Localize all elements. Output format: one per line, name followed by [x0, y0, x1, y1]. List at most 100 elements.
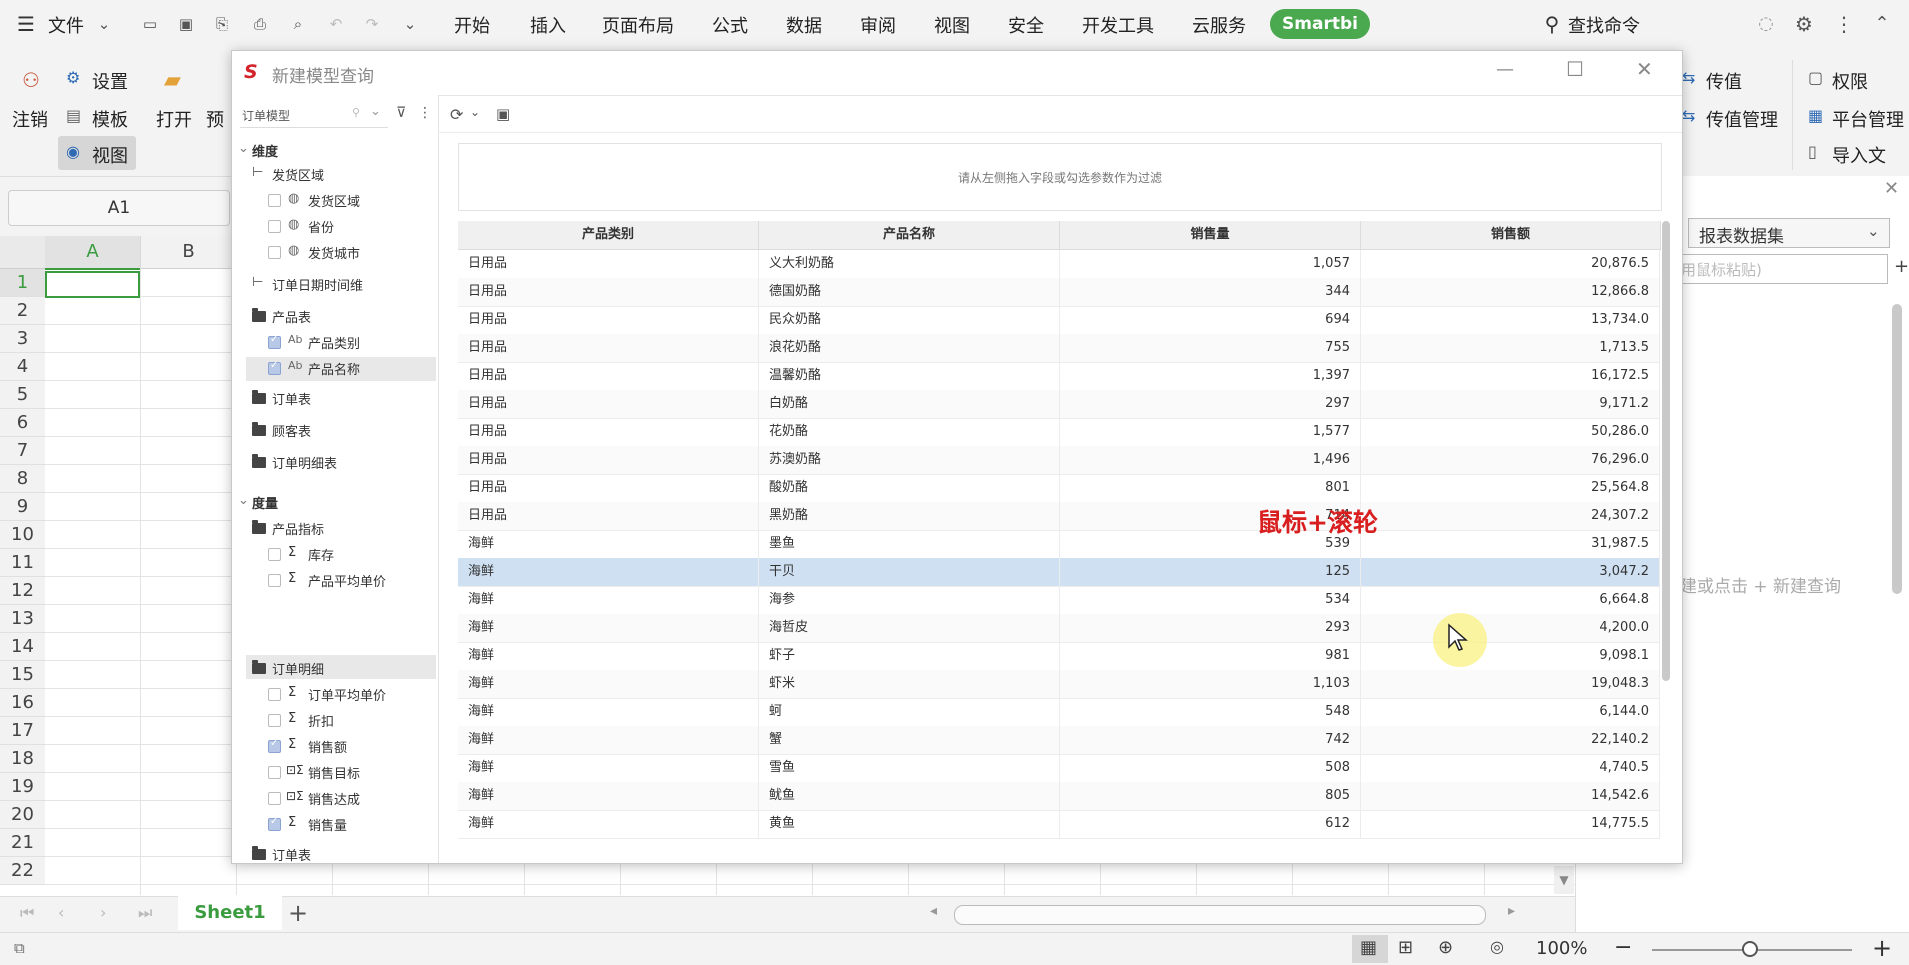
tree-sales-amount[interactable]: 销售额 — [308, 737, 347, 756]
tree-dimension[interactable]: 维度 — [252, 141, 278, 160]
more-options-icon[interactable]: ⋮ — [418, 105, 432, 121]
tree-measure[interactable]: 度量 — [252, 493, 278, 512]
open-button[interactable]: 打开 — [156, 106, 192, 132]
gear-icon[interactable]: ⚙ — [1794, 14, 1814, 34]
menu-formula[interactable]: 公式 — [712, 12, 748, 38]
menu-data[interactable]: 数据 — [786, 12, 822, 38]
permission-button[interactable]: 权限 — [1832, 68, 1868, 94]
scroll-right-icon[interactable]: ▸ — [1508, 903, 1515, 919]
preview-button[interactable]: 预 — [206, 106, 224, 132]
expand-icon[interactable]: ⌄ — [238, 141, 249, 156]
chevron-down-icon[interactable]: ⌄ — [94, 14, 114, 34]
tree-stock[interactable]: 库存 — [308, 545, 334, 564]
checkbox-ship-region[interactable] — [268, 194, 281, 207]
export-icon[interactable]: ⎘ — [212, 14, 232, 34]
col-header-amount[interactable]: 销售额 — [1361, 221, 1661, 250]
menu-security[interactable]: 安全 — [1008, 12, 1044, 38]
row-header[interactable]: 1 — [0, 269, 45, 297]
tree-product-table[interactable]: 产品表 — [272, 307, 311, 326]
search-command[interactable]: 查找命令 — [1568, 12, 1640, 38]
tree-product-category[interactable]: 产品类别 — [308, 333, 360, 352]
customize-icon[interactable]: ⌄ — [400, 14, 420, 34]
row-header[interactable]: 12 — [0, 577, 45, 605]
tree-discount[interactable]: 折扣 — [308, 711, 334, 730]
more-icon[interactable]: ⋮ — [1834, 14, 1854, 34]
tree-sales-achieved[interactable]: 销售达成 — [308, 789, 360, 808]
menu-view[interactable]: 视图 — [934, 12, 970, 38]
row-header[interactable]: 20 — [0, 801, 45, 829]
pass-value-button[interactable]: 传值 — [1706, 68, 1742, 94]
eye-icon[interactable]: ◎ — [1490, 937, 1504, 956]
print-icon[interactable]: ⎙ — [250, 14, 270, 34]
menu-insert[interactable]: 插入 — [530, 12, 566, 38]
tree-avg-price[interactable]: 产品平均单价 — [308, 571, 386, 590]
dataset-select[interactable]: 报表数据集 ⌄ — [1688, 218, 1890, 248]
row-header[interactable]: 8 — [0, 465, 45, 493]
logout-button[interactable]: 注销 — [12, 106, 48, 132]
filter-icon[interactable]: ⊽ — [396, 105, 406, 121]
checkbox-order-avg-price[interactable] — [268, 688, 281, 701]
expand-icon[interactable]: ⌄ — [238, 493, 249, 508]
tree-order-detail-table[interactable]: 订单明细表 — [272, 453, 337, 472]
pane-scrollbar[interactable] — [1892, 304, 1902, 594]
tree-ship-city[interactable]: 发货城市 — [308, 243, 360, 262]
maximize-icon[interactable]: ☐ — [1566, 57, 1584, 81]
row-header[interactable]: 22 — [0, 857, 45, 885]
checkbox-sales-achieved[interactable] — [268, 792, 281, 805]
redo-icon[interactable]: ↷ — [362, 14, 382, 34]
tree-order-table[interactable]: 订单表 — [272, 389, 311, 408]
tree-ship-region[interactable]: 发货区域 — [272, 165, 324, 184]
filter-drop-zone[interactable]: 请从左侧拖入字段或勾选参数作为过滤 — [458, 143, 1662, 211]
row-header[interactable]: 3 — [0, 325, 45, 353]
next-sheet-icon[interactable]: › — [100, 903, 106, 922]
import-button[interactable]: 导入文 — [1832, 142, 1886, 168]
menu-developer[interactable]: 开发工具 — [1082, 12, 1154, 38]
scroll-down-icon[interactable]: ▼ — [1554, 866, 1574, 894]
refresh-icon[interactable]: ⟳ — [450, 105, 463, 124]
name-box[interactable]: A1 — [8, 190, 230, 226]
page-layout-icon[interactable]: ⊕ — [1438, 937, 1453, 958]
selected-cell-a1[interactable] — [45, 271, 140, 298]
smartbi-tab[interactable]: Smartbi — [1270, 9, 1370, 39]
row-header[interactable]: 11 — [0, 549, 45, 577]
menu-review[interactable]: 审阅 — [860, 12, 896, 38]
checkbox-discount[interactable] — [268, 714, 281, 727]
horizontal-scrollbar[interactable] — [954, 905, 1486, 925]
tree-sales-qty[interactable]: 销售量 — [308, 815, 347, 834]
column-header-b[interactable]: B — [141, 236, 237, 269]
row-header[interactable]: 7 — [0, 437, 45, 465]
last-sheet-icon[interactable]: ⏭ — [138, 903, 152, 923]
model-select[interactable]: 订单模型 ⚲ ⌄ — [240, 103, 388, 128]
platform-mgmt-button[interactable]: 平台管理 — [1832, 106, 1904, 132]
tree-product-name[interactable]: 产品名称 — [308, 359, 360, 378]
normal-view-icon[interactable]: ▦ — [1360, 937, 1377, 958]
zoom-level[interactable]: 100% — [1536, 938, 1587, 959]
checkbox-province[interactable] — [268, 220, 281, 233]
template-button[interactable]: 模板 — [92, 106, 128, 132]
close-pane-icon[interactable]: ✕ — [1884, 178, 1899, 199]
row-header[interactable]: 21 — [0, 829, 45, 857]
tree-product-metrics[interactable]: 产品指标 — [272, 519, 324, 538]
row-header[interactable]: 17 — [0, 717, 45, 745]
tree-province[interactable]: 省份 — [308, 217, 334, 236]
save-icon[interactable]: ▣ — [176, 14, 196, 34]
settings-button[interactable]: 设置 — [92, 68, 128, 94]
row-header[interactable]: 13 — [0, 605, 45, 633]
col-header-name[interactable]: 产品名称 — [759, 221, 1060, 250]
table-scrollbar[interactable] — [1662, 221, 1670, 681]
tree-ship-region-field[interactable]: 发货区域 — [308, 191, 360, 210]
row-header[interactable]: 18 — [0, 745, 45, 773]
checkbox-product-category[interactable] — [268, 334, 281, 349]
close-icon[interactable]: ✕ — [1636, 57, 1653, 81]
page-break-icon[interactable]: ⊞ — [1398, 937, 1413, 958]
zoom-in-icon[interactable]: + — [1872, 934, 1892, 962]
checkbox-avg-price[interactable] — [268, 574, 281, 587]
save-icon[interactable]: ▣ — [496, 105, 510, 123]
add-query-icon[interactable]: + — [1894, 256, 1909, 277]
checkbox-ship-city[interactable] — [268, 246, 281, 259]
col-header-category[interactable]: 产品类别 — [458, 221, 759, 250]
tree-order-avg-price[interactable]: 订单平均单价 — [308, 685, 386, 704]
collapse-icon[interactable]: ⌃ — [1872, 14, 1892, 34]
tree-customer-table[interactable]: 顾客表 — [272, 421, 311, 440]
view-button[interactable]: 视图 — [92, 142, 128, 168]
